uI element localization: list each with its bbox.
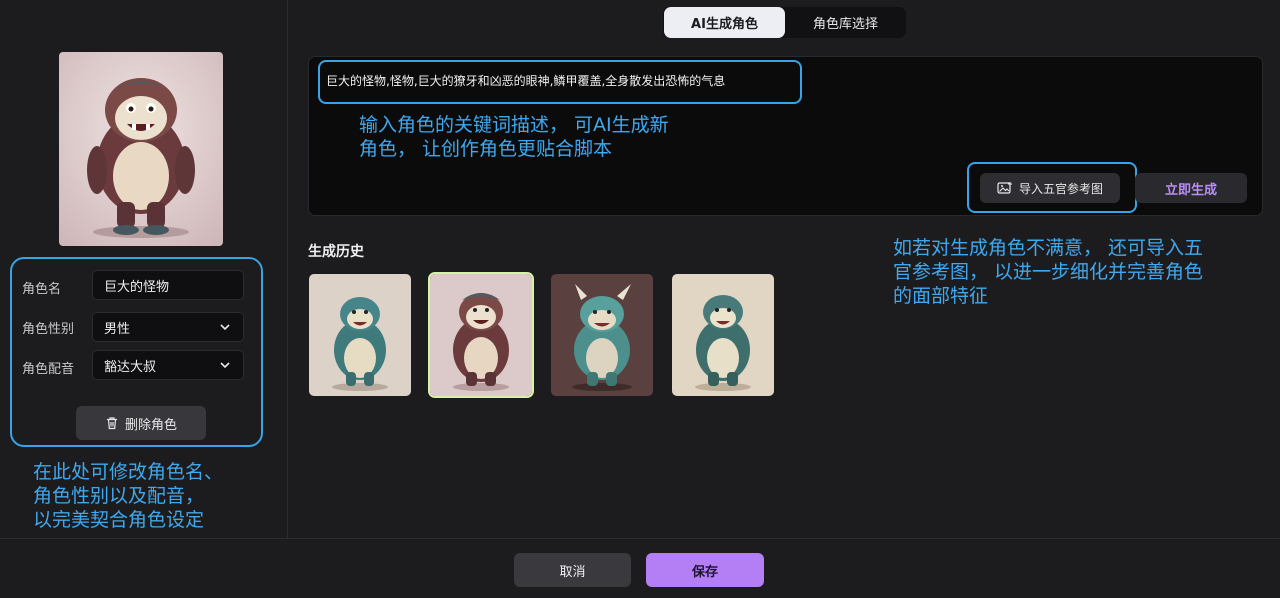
gender-select-value: 男性	[104, 321, 131, 337]
import-annotation-line: 官参考图， 以进一步细化并完善角色	[893, 261, 1204, 283]
gender-label: 角色性别	[22, 322, 75, 337]
panel-divider	[287, 0, 288, 538]
save-button[interactable]: 保存	[646, 553, 764, 587]
history-thumbnail[interactable]	[672, 274, 774, 396]
prompt-annotation-line: 输入角色的关键词描述， 可AI生成新	[359, 114, 669, 136]
mode-tabs: AI生成角色 角色库选择	[663, 7, 906, 38]
chevron-down-icon	[220, 324, 230, 331]
form-annotation-line: 在此处可修改角色名、	[33, 461, 224, 483]
prompt-annotation: 输入角色的关键词描述， 可AI生成新 角色， 让创作角色更贴合脚本	[359, 113, 669, 161]
form-annotation: 在此处可修改角色名、 角色性别以及配音， 以完美契合角色设定	[33, 460, 223, 532]
tab-ai-generate[interactable]: AI生成角色	[664, 7, 785, 38]
name-input[interactable]: 巨大的怪物	[92, 270, 244, 300]
image-upload-icon	[997, 182, 1012, 194]
import-annotation-line: 的面部特征	[893, 285, 989, 307]
delete-character-label: 删除角色	[124, 417, 177, 433]
name-input-value: 巨大的怪物	[104, 279, 170, 295]
history-thumbnail[interactable]	[309, 274, 411, 396]
gender-select[interactable]: 男性	[92, 312, 244, 342]
import-annotation-line: 如若对生成角色不满意， 还可导入五	[893, 237, 1204, 259]
import-annotation: 如若对生成角色不满意， 还可导入五 官参考图， 以进一步细化并完善角色 的面部特…	[893, 236, 1203, 308]
footer-divider	[0, 538, 1280, 539]
character-preview-image	[59, 52, 223, 246]
import-reference-button[interactable]: 导入五官参考图	[980, 173, 1120, 203]
generate-now-button[interactable]: 立即生成	[1135, 173, 1247, 203]
history-thumbnail-selected[interactable]	[428, 272, 534, 398]
cancel-button[interactable]: 取消	[514, 553, 631, 587]
form-annotation-line: 以完美契合角色设定	[33, 509, 205, 531]
history-thumbnail[interactable]	[551, 274, 653, 396]
voice-label: 角色配音	[22, 362, 75, 377]
delete-character-button[interactable]: 删除角色	[76, 406, 206, 440]
prompt-annotation-line: 角色， 让创作角色更贴合脚本	[359, 138, 613, 160]
trash-icon	[106, 417, 117, 430]
voice-select-value: 豁达大叔	[104, 359, 157, 375]
prompt-text: 巨大的怪物,怪物,巨大的獠牙和凶恶的眼神,鳞甲覆盖,全身散发出恐怖的气息	[326, 74, 726, 88]
tab-character-library[interactable]: 角色库选择	[785, 7, 906, 38]
name-label: 角色名	[22, 282, 62, 297]
history-title: 生成历史	[308, 244, 364, 260]
form-annotation-line: 角色性别以及配音，	[33, 485, 205, 507]
voice-select[interactable]: 豁达大叔	[92, 350, 244, 380]
import-reference-label: 导入五官参考图	[1018, 181, 1103, 196]
chevron-down-icon	[220, 362, 230, 369]
